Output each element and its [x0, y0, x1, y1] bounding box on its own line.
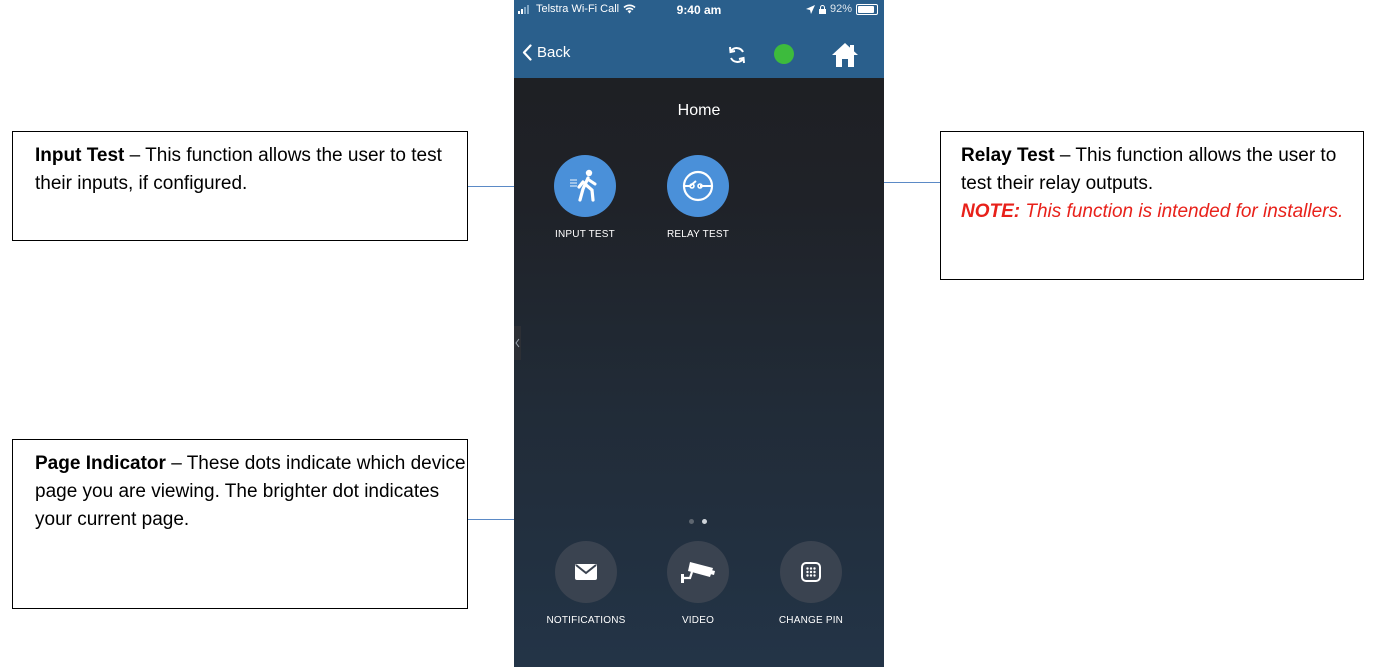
- notifications-button[interactable]: NOTIFICATIONS: [536, 541, 636, 626]
- location-arrow-icon: [805, 4, 815, 14]
- back-button[interactable]: Back: [522, 44, 570, 61]
- relay-test-callout-title: Relay Test: [961, 145, 1055, 166]
- change-pin-label: CHANGE PIN: [778, 615, 844, 626]
- relay-test-circle: [667, 155, 729, 217]
- security-camera-icon: [681, 562, 715, 583]
- side-drawer-handle[interactable]: [514, 326, 521, 360]
- input-test-callout: Input Test – This function allows the us…: [12, 131, 468, 241]
- battery-percent: 92%: [829, 3, 852, 15]
- video-button[interactable]: VIDEO: [648, 541, 748, 626]
- relay-test-button[interactable]: RELAY TEST: [648, 155, 748, 240]
- relay-test-note-label: NOTE:: [961, 201, 1021, 222]
- relay-test-note-text: This function is intended for installers…: [1020, 201, 1344, 222]
- page-indicator-callout: Page Indicator – These dots indicate whi…: [12, 439, 468, 609]
- relay-test-callout: Relay Test – This function allows the us…: [940, 131, 1364, 280]
- connection-status-indicator: [774, 44, 794, 64]
- status-right: 92%: [805, 3, 878, 15]
- lock-icon: [818, 4, 826, 14]
- input-test-label: INPUT TEST: [555, 229, 615, 240]
- envelope-icon: [575, 564, 597, 580]
- chevron-left-icon: [515, 338, 520, 348]
- sync-icon[interactable]: [727, 45, 747, 65]
- phone-screen: Telstra Wi-Fi Call 9:40 am 92% Back Home…: [514, 0, 884, 667]
- video-circle: [667, 541, 729, 603]
- chevron-left-icon: [522, 44, 532, 61]
- change-pin-circle: [780, 541, 842, 603]
- relay-test-note: NOTE: This function is intended for inst…: [961, 198, 1363, 226]
- back-label: Back: [537, 44, 571, 61]
- video-label: VIDEO: [681, 615, 715, 626]
- relay-test-label: RELAY TEST: [666, 229, 730, 240]
- input-test-circle: [554, 155, 616, 217]
- page-dot-2[interactable]: [702, 519, 707, 524]
- notifications-circle: [555, 541, 617, 603]
- relay-icon: [682, 170, 714, 202]
- input-test-button[interactable]: INPUT TEST: [535, 155, 635, 240]
- change-pin-button[interactable]: CHANGE PIN: [761, 541, 861, 626]
- page-indicator: [689, 519, 707, 524]
- notifications-label: NOTIFICATIONS: [546, 615, 626, 626]
- input-test-callout-title: Input Test: [35, 145, 125, 166]
- keypad-icon: [801, 562, 821, 582]
- page-indicator-callout-title: Page Indicator: [35, 453, 166, 474]
- top-bar: Telstra Wi-Fi Call 9:40 am 92% Back: [514, 0, 884, 78]
- home-icon[interactable]: [831, 42, 859, 68]
- page-dot-1[interactable]: [689, 519, 694, 524]
- walking-person-icon: [570, 169, 597, 202]
- battery-icon: [856, 3, 878, 15]
- page-title: Home: [677, 102, 721, 119]
